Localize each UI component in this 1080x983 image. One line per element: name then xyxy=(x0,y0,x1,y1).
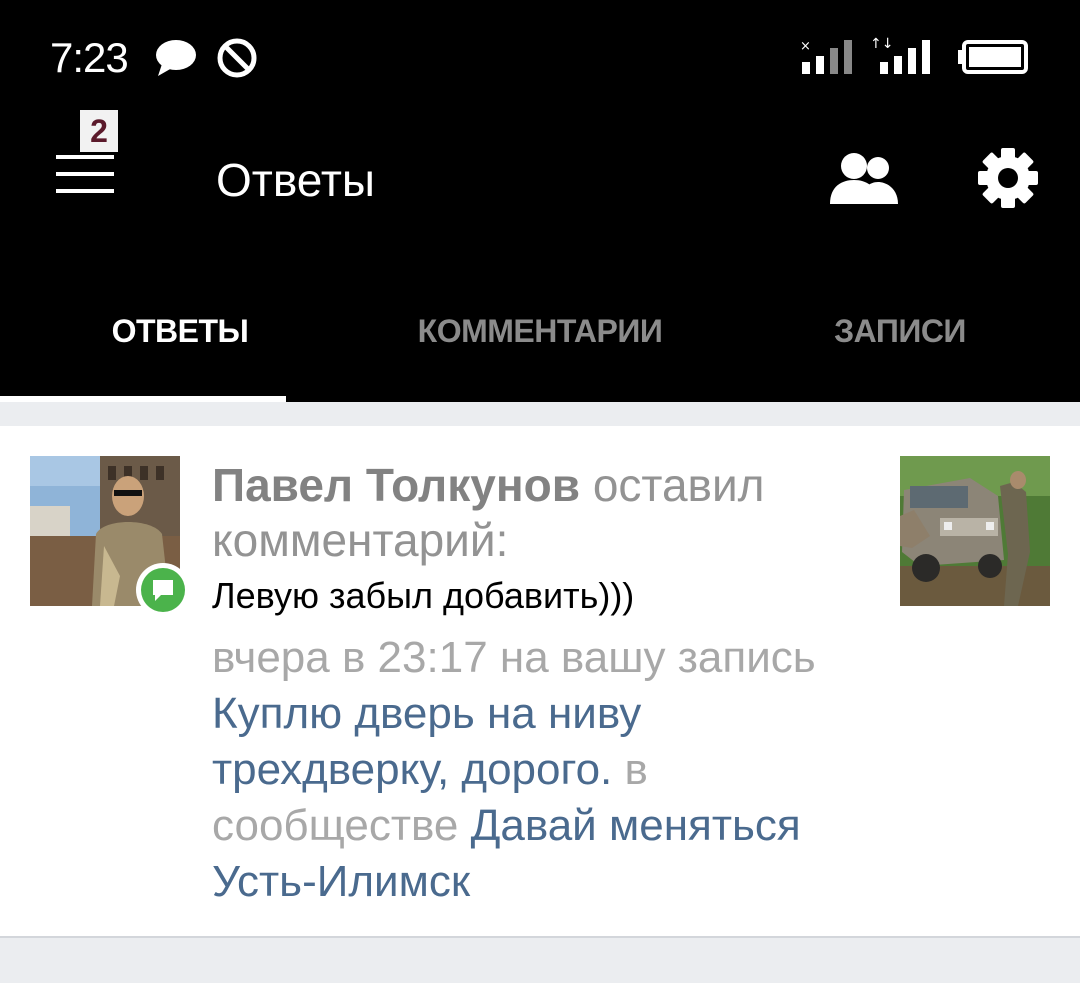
battery-icon xyxy=(958,40,1030,79)
hamburger-menu-icon xyxy=(56,155,114,200)
active-tab-indicator xyxy=(0,396,286,402)
friends-button[interactable] xyxy=(820,138,910,218)
notification-meta: вчера в 23:17 на вашу запись Куплю дверь… xyxy=(212,630,872,910)
tab-comments[interactable]: КОММЕНТАРИИ xyxy=(360,270,720,402)
tab-bar: ОТВЕТЫ КОММЕНТАРИИ ЗАПИСИ xyxy=(0,270,1080,402)
signal-strength-icon: × xyxy=(800,38,858,81)
svg-text:↑↓: ↑↓ xyxy=(870,36,893,52)
notification-content: Павел Толкунов оставил комментарий: Леву… xyxy=(212,458,872,910)
comment-text: Левую забыл добавить))) xyxy=(212,575,635,616)
page-title: Ответы xyxy=(216,154,375,206)
tab-answers[interactable]: ОТВЕТЫ xyxy=(0,270,360,402)
menu-button[interactable]: 2 xyxy=(40,110,140,240)
people-icon xyxy=(820,153,910,222)
post-link[interactable]: Куплю дверь на ниву трехдверку, дорого. xyxy=(212,689,641,794)
notification-headline: Павел Толкунов оставил комментарий: xyxy=(212,458,872,568)
status-bar: 7:23 × ↑↓ xyxy=(0,0,1080,110)
svg-text:×: × xyxy=(800,39,811,54)
tab-posts[interactable]: ЗАПИСИ xyxy=(720,270,1080,402)
timestamp-text: вчера в 23:17 на вашу запись xyxy=(212,633,816,682)
status-time: 7:23 xyxy=(50,34,129,81)
notification-item[interactable]: Павел Толкунов оставил комментарий: Леву… xyxy=(0,426,1080,938)
comment-icon xyxy=(141,580,185,616)
notification-count-badge: 2 xyxy=(80,110,118,152)
settings-button[interactable] xyxy=(965,135,1051,221)
do-not-disturb-icon xyxy=(216,37,258,84)
chat-bubble-icon xyxy=(154,38,198,83)
gear-icon xyxy=(965,148,1051,225)
author-name[interactable]: Павел Толкунов xyxy=(212,459,580,511)
signal-strength-icon: ↑↓ xyxy=(870,36,938,81)
post-thumbnail[interactable] xyxy=(900,456,1050,606)
toolbar: 2 Ответы xyxy=(0,110,1080,270)
comment-badge xyxy=(136,563,190,617)
